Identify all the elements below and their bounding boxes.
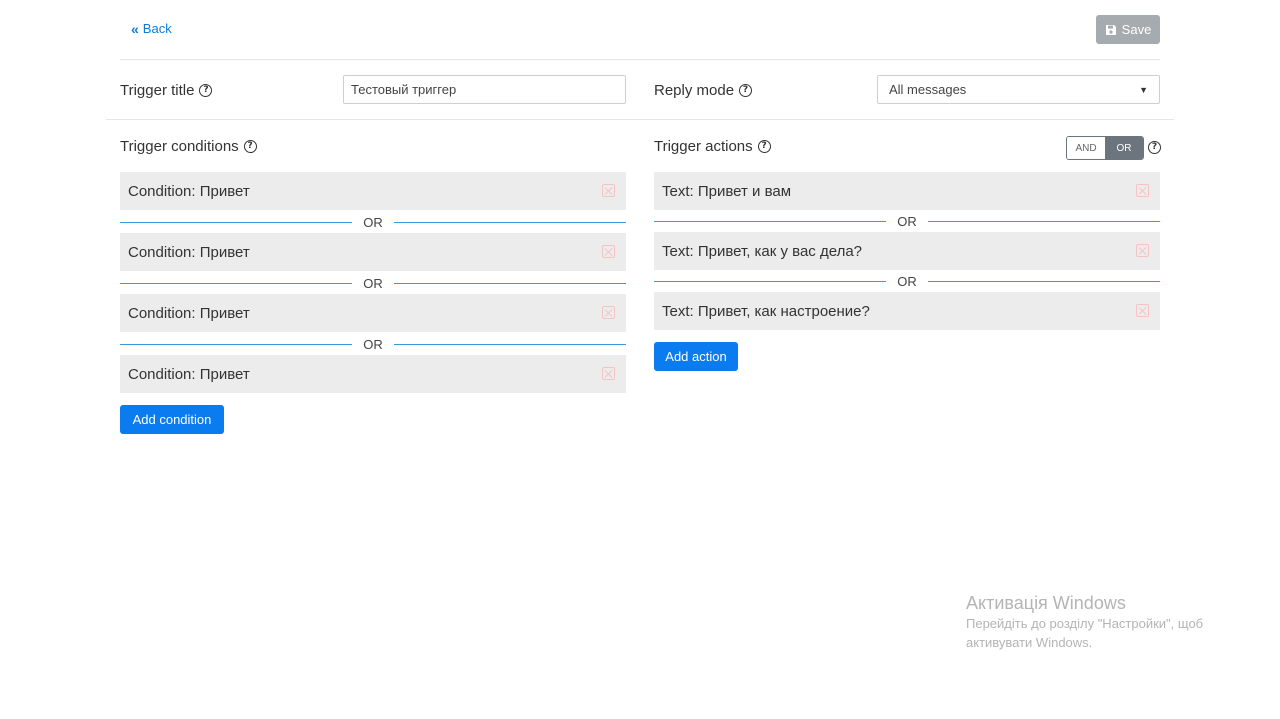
question-circle-icon[interactable]: ?	[243, 140, 257, 153]
reply-mode-select[interactable]: All messages ▼	[877, 75, 1160, 104]
close-x-icon[interactable]	[1136, 244, 1149, 257]
header-divider	[120, 59, 1160, 60]
trigger-actions-heading: Trigger actions ?	[654, 138, 771, 155]
watermark-title: Активація Windows	[966, 593, 1126, 613]
question-circle-icon[interactable]: ?	[199, 84, 213, 97]
add-action-button[interactable]: Add action	[654, 342, 738, 371]
trigger-title-value: Тестовый триггер	[351, 82, 457, 97]
close-x-icon[interactable]	[602, 367, 615, 380]
separator-text: OR	[897, 274, 917, 289]
action-text: Text: Привет, как настроение?	[662, 302, 870, 320]
action-item[interactable]: Text: Привет, как настроение?	[654, 292, 1160, 330]
condition-item[interactable]: Condition: Привет	[120, 294, 626, 332]
condition-item[interactable]: Condition: Привет	[120, 172, 626, 210]
separator-text: OR	[363, 337, 383, 352]
reply-mode-selected-value: All messages	[889, 82, 967, 97]
close-x-icon[interactable]	[1136, 184, 1149, 197]
back-label: Back	[142, 21, 172, 36]
condition-item[interactable]: Condition: Привет	[120, 233, 626, 271]
reply-mode-label-text: Reply mode	[654, 82, 735, 99]
close-x-icon[interactable]	[1136, 304, 1149, 317]
logic-toggle[interactable]: AND OR	[1066, 136, 1144, 160]
add-condition-label: Add condition	[132, 412, 212, 427]
condition-item[interactable]: Condition: Привет	[120, 355, 626, 393]
close-x-icon[interactable]	[602, 245, 615, 258]
windows-activation-watermark: Активація Windows Перейдіть до розділу "…	[966, 592, 1203, 652]
floppy-disk-icon	[1105, 24, 1116, 35]
action-item[interactable]: Text: Привет и вам	[654, 172, 1160, 210]
trigger-title-input[interactable]: Тестовый триггер	[343, 75, 626, 104]
close-x-icon[interactable]	[602, 184, 615, 197]
watermark-line: активувати Windows.	[966, 635, 1093, 650]
add-action-label: Add action	[665, 349, 727, 364]
condition-text: Condition: Привет	[128, 182, 250, 200]
condition-text: Condition: Привет	[128, 243, 250, 261]
back-link[interactable]: « Back	[131, 21, 172, 36]
action-item[interactable]: Text: Привет, как у вас дела?	[654, 232, 1160, 270]
condition-text: Condition: Привет	[128, 365, 250, 383]
trigger-actions-heading-text: Trigger actions	[654, 138, 753, 155]
separator-text: OR	[363, 215, 383, 230]
separator-text: OR	[363, 276, 383, 291]
caret-down-icon: ▼	[1139, 84, 1148, 95]
separator-text: OR	[897, 214, 917, 229]
trigger-conditions-heading-text: Trigger conditions	[120, 138, 239, 155]
question-circle-icon[interactable]: ?	[757, 140, 771, 153]
action-text: Text: Привет и вам	[662, 182, 792, 200]
or-separator: OR	[120, 337, 626, 352]
or-separator: OR	[120, 276, 626, 291]
save-button[interactable]: Save	[1096, 15, 1160, 44]
trigger-conditions-heading: Trigger conditions ?	[120, 138, 257, 155]
condition-text: Condition: Привет	[128, 304, 250, 322]
save-label: Save	[1121, 22, 1152, 37]
trigger-title-label-text: Trigger title	[120, 82, 195, 99]
or-separator: OR	[120, 215, 626, 230]
logic-toggle-and[interactable]: AND	[1067, 137, 1105, 159]
add-condition-button[interactable]: Add condition	[120, 405, 224, 434]
watermark-line: Перейдіть до розділу "Настройки", щоб	[966, 616, 1204, 631]
logic-toggle-or[interactable]: OR	[1105, 137, 1143, 159]
or-separator: OR	[654, 214, 1160, 229]
section-divider	[106, 119, 1174, 120]
question-circle-icon[interactable]: ?	[1148, 141, 1161, 154]
question-circle-icon[interactable]: ?	[739, 84, 753, 97]
or-separator: OR	[654, 274, 1160, 289]
close-x-icon[interactable]	[602, 306, 615, 319]
action-text: Text: Привет, как у вас дела?	[662, 242, 863, 260]
double-chevron-left-icon: «	[131, 20, 139, 37]
trigger-title-label: Trigger title ?	[120, 82, 213, 99]
reply-mode-label: Reply mode ?	[654, 82, 753, 99]
